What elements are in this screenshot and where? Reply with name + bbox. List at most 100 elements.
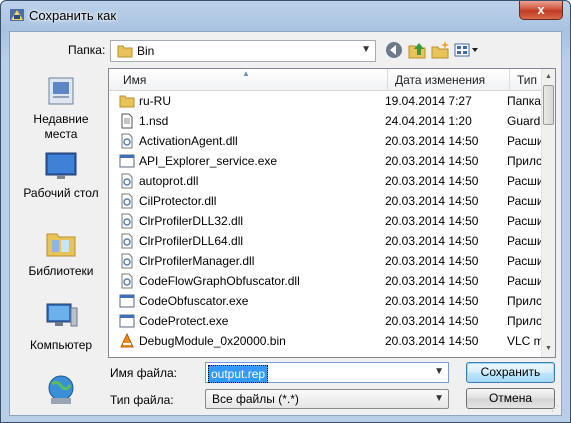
file-date: 20.03.2014 14:50 (385, 194, 479, 208)
folder-icon (119, 93, 135, 109)
file-list[interactable]: ▲ Имя Дата изменения Тип ru-RU 19.04.2014… (108, 68, 556, 358)
file-name: ru-RU (139, 94, 171, 108)
resize-grip-icon[interactable]: ⋰ (551, 404, 559, 413)
col-name[interactable]: Имя (123, 73, 146, 87)
file-type-value: Все файлы (*.*) (212, 392, 299, 406)
column-divider[interactable] (387, 69, 388, 91)
back-icon[interactable] (384, 40, 404, 60)
file-date: 20.03.2014 14:50 (385, 274, 479, 288)
dll-file-icon (119, 233, 135, 249)
file-row[interactable]: ru-RU 19.04.2014 7:27 Папка (109, 91, 543, 111)
col-date[interactable]: Дата изменения (395, 73, 485, 87)
file-name-value: output.rep (208, 365, 269, 383)
file-date: 20.03.2014 14:50 (385, 174, 479, 188)
exe-file-icon (119, 313, 135, 329)
col-type[interactable]: Тип (517, 73, 537, 87)
new-folder-icon[interactable] (430, 40, 450, 60)
file-name: ClrProfilerDLL64.dll (139, 234, 244, 248)
place-desktop[interactable]: Рабочий стол (16, 150, 106, 201)
file-row[interactable]: CodeFlowGraphObfuscator.dll 20.03.2014 14… (109, 271, 543, 291)
place-computer-label: Компьютер (29, 338, 93, 352)
network-icon (48, 375, 74, 404)
places-bar: Недавние места Рабочий стол Библиотеки К… (16, 62, 106, 414)
view-menu-icon[interactable] (453, 40, 479, 60)
chevron-down-icon: ▼ (434, 393, 444, 404)
file-name: CilProtector.dll (139, 194, 217, 208)
look-in-value: Bin (137, 44, 155, 58)
column-divider[interactable] (509, 69, 510, 91)
window-title: Сохранить как (29, 8, 117, 23)
recent-places-icon (48, 77, 74, 105)
desktop-icon (45, 152, 77, 179)
file-name: ClrProfilerDLL32.dll (139, 214, 244, 228)
file-name: API_Explorer_service.exe (139, 154, 278, 168)
up-folder-icon[interactable] (407, 40, 427, 60)
computer-icon (46, 303, 78, 327)
file-date: 20.03.2014 14:50 (385, 154, 479, 168)
file-date: 20.03.2014 14:50 (385, 254, 479, 268)
file-row[interactable]: 1.nsd 24.04.2014 1:20 Guarda (109, 111, 543, 131)
file-name: autoprot.dll (139, 174, 199, 188)
exe-file-icon (119, 153, 135, 169)
file-name: CodeObfuscator.exe (139, 294, 249, 308)
close-button[interactable]: x (519, 1, 563, 20)
file-type: Папка (507, 94, 541, 108)
file-row[interactable]: ClrProfilerManager.dll 20.03.2014 14:50 Ра… (109, 251, 543, 271)
title-bar[interactable]: Сохранить как x (1, 1, 570, 31)
chevron-down-icon[interactable]: ▼ (434, 366, 444, 377)
save-button[interactable]: Сохранить (466, 362, 555, 383)
file-name: ActivationAgent.dll (139, 134, 238, 148)
file-row[interactable]: autoprot.dll 20.03.2014 14:50 Расши (109, 171, 543, 191)
file-row[interactable]: ClrProfilerDLL32.dll 20.03.2014 14:50 Расш… (109, 211, 543, 231)
file-row[interactable]: CilProtector.dll 20.03.2014 14:50 Расши (109, 191, 543, 211)
doc-file-icon (119, 113, 135, 129)
exe-file-icon (119, 293, 135, 309)
file-name: CodeFlowGraphObfuscator.dll (139, 274, 300, 288)
file-type: Guarda (507, 114, 543, 128)
file-type: Прилс (507, 314, 543, 328)
place-network[interactable] (16, 372, 106, 412)
file-type-label: Тип файла: (110, 393, 174, 407)
file-name-label: Имя файла: (110, 366, 177, 380)
place-libraries-label: Библиотеки (28, 264, 94, 278)
file-row[interactable]: ActivationAgent.dll 20.03.2014 14:50 Расши (109, 131, 543, 151)
file-date: 20.03.2014 14:50 (385, 134, 479, 148)
place-recent[interactable]: Недавние места (16, 72, 106, 142)
look-in-label: Папка: (68, 43, 106, 57)
file-row[interactable]: DebugModule_0x20000.bin 20.03.2014 14:50 V… (109, 331, 543, 351)
scroll-up-arrow[interactable]: ▲ (542, 69, 555, 85)
file-row[interactable]: CodeObfuscator.exe 20.03.2014 14:50 Прилс (109, 291, 543, 311)
file-name: ClrProfilerManager.dll (139, 254, 255, 268)
file-date: 20.03.2014 14:50 (385, 334, 479, 348)
file-type: Расши (507, 234, 543, 248)
file-type: Расши (507, 194, 543, 208)
dll-file-icon (119, 173, 135, 189)
file-row[interactable]: CodeProtect.exe 20.03.2014 14:50 Прилс (109, 311, 543, 331)
look-in-combo[interactable]: Bin ▼ (110, 40, 376, 62)
file-name: CodeProtect.exe (139, 314, 229, 328)
vertical-scrollbar[interactable]: ▲ ▼ (541, 69, 555, 357)
place-libraries[interactable]: Библиотеки (16, 224, 106, 279)
vlc-file-icon (119, 332, 135, 349)
place-computer[interactable]: Компьютер (16, 298, 106, 353)
file-name: 1.nsd (139, 114, 169, 128)
app-icon (10, 9, 24, 21)
file-name-input[interactable]: output.rep ▼ (205, 362, 449, 383)
file-date: 20.03.2014 14:50 (385, 294, 479, 308)
file-date: 20.03.2014 14:50 (385, 314, 479, 328)
scroll-down-arrow[interactable]: ▼ (542, 341, 555, 357)
dll-file-icon (119, 193, 135, 209)
file-type-select[interactable]: Все файлы (*.*) ▼ (205, 389, 449, 409)
dialog-body: Папка: Bin ▼ Недавние места Рабочий стол… (9, 31, 562, 416)
cancel-button[interactable]: Отмена (466, 388, 555, 409)
scroll-thumb[interactable] (543, 85, 554, 125)
place-desktop-label: Рабочий стол (23, 186, 99, 200)
file-name: DebugModule_0x20000.bin (139, 334, 286, 348)
file-row[interactable]: ClrProfilerDLL64.dll 20.03.2014 14:50 Расш… (109, 231, 543, 251)
column-header: ▲ Имя Дата изменения Тип (109, 69, 543, 91)
libraries-icon (46, 233, 76, 257)
file-row[interactable]: API_Explorer_service.exe 20.03.2014 14:50… (109, 151, 543, 171)
sort-ascending-icon: ▲ (242, 69, 250, 78)
file-type: Расши (507, 254, 543, 268)
file-type: Расши (507, 174, 543, 188)
